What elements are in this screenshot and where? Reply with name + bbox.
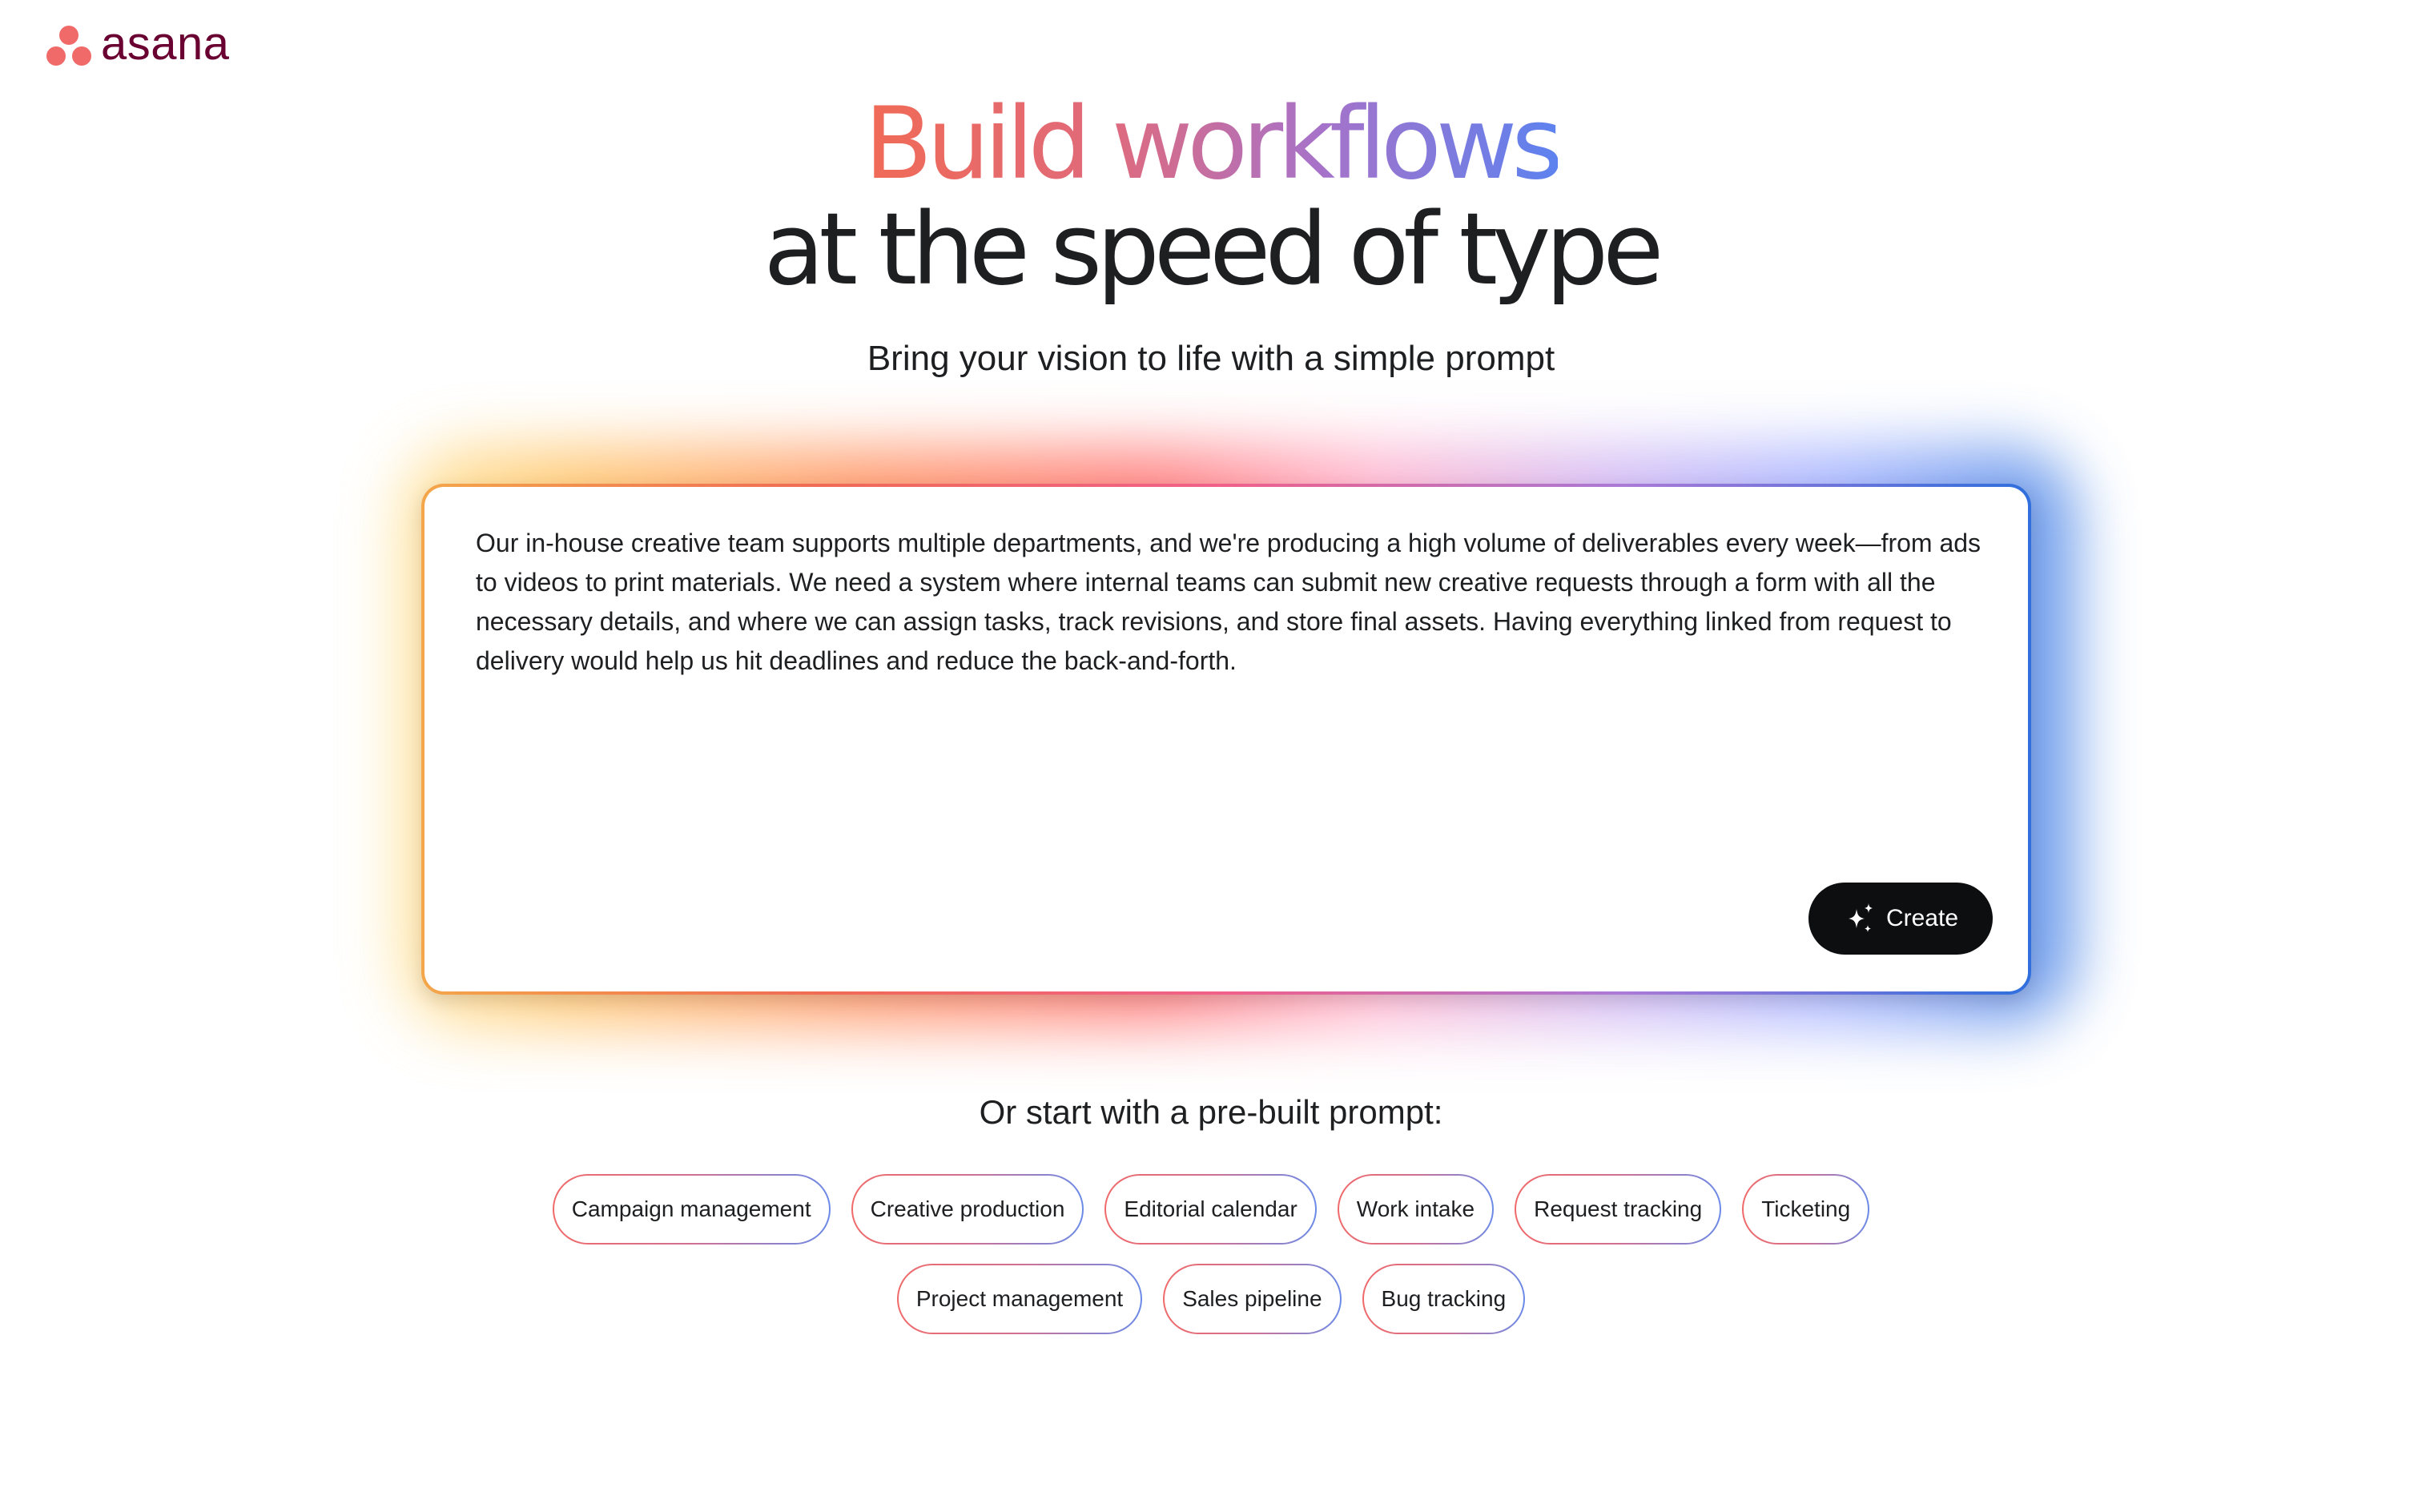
hero-subtitle: Bring your vision to life with a simple … — [867, 339, 1555, 378]
prebuilt-row-2: Project management Sales pipeline Bug tr… — [0, 1264, 2422, 1334]
chip-label: Campaign management — [553, 1176, 829, 1243]
logo-wordmark: asana — [101, 18, 230, 70]
prebuilt-prompts-title: Or start with a pre-built prompt: — [979, 1093, 1443, 1131]
asana-logo[interactable]: asana — [46, 18, 230, 70]
chip-label: Editorial calendar — [1106, 1176, 1315, 1243]
chip-project-management[interactable]: Project management — [896, 1264, 1143, 1334]
chip-label: Request tracking — [1516, 1176, 1720, 1243]
prompt-card[interactable]: Our in-house creative team supports mult… — [424, 487, 2028, 991]
headline-dark-line: at the speed of type — [763, 192, 1664, 308]
chip-label: Ticketing — [1744, 1176, 1869, 1243]
chip-sales-pipeline[interactable]: Sales pipeline — [1163, 1264, 1342, 1334]
headline-gradient-line: Build workflows — [864, 86, 1563, 202]
chip-work-intake[interactable]: Work intake — [1337, 1174, 1495, 1245]
prebuilt-row-1: Campaign management Creative production … — [0, 1174, 2422, 1245]
chip-creative-production[interactable]: Creative production — [851, 1174, 1084, 1245]
prompt-textarea[interactable]: Our in-house creative team supports mult… — [476, 524, 1981, 681]
hero-headline: Build workflows at the speed of type — [0, 90, 2422, 304]
chip-request-tracking[interactable]: Request tracking — [1515, 1174, 1722, 1245]
create-button[interactable]: Create — [1808, 883, 1993, 955]
chip-ticketing[interactable]: Ticketing — [1742, 1174, 1870, 1245]
page: asana Build workflows at the speed of ty… — [0, 0, 2422, 1512]
chip-label: Work intake — [1338, 1176, 1493, 1243]
chip-label: Project management — [898, 1265, 1141, 1333]
chip-campaign-management[interactable]: Campaign management — [552, 1174, 831, 1245]
chip-label: Creative production — [852, 1176, 1083, 1243]
chip-label: Bug tracking — [1363, 1265, 1524, 1333]
sparkle-icon — [1848, 903, 1873, 932]
chip-bug-tracking[interactable]: Bug tracking — [1362, 1264, 1526, 1334]
asana-logo-icon — [46, 26, 91, 67]
chip-editorial-calendar[interactable]: Editorial calendar — [1104, 1174, 1317, 1245]
chip-label: Sales pipeline — [1165, 1265, 1340, 1333]
create-button-label: Create — [1885, 905, 1959, 931]
